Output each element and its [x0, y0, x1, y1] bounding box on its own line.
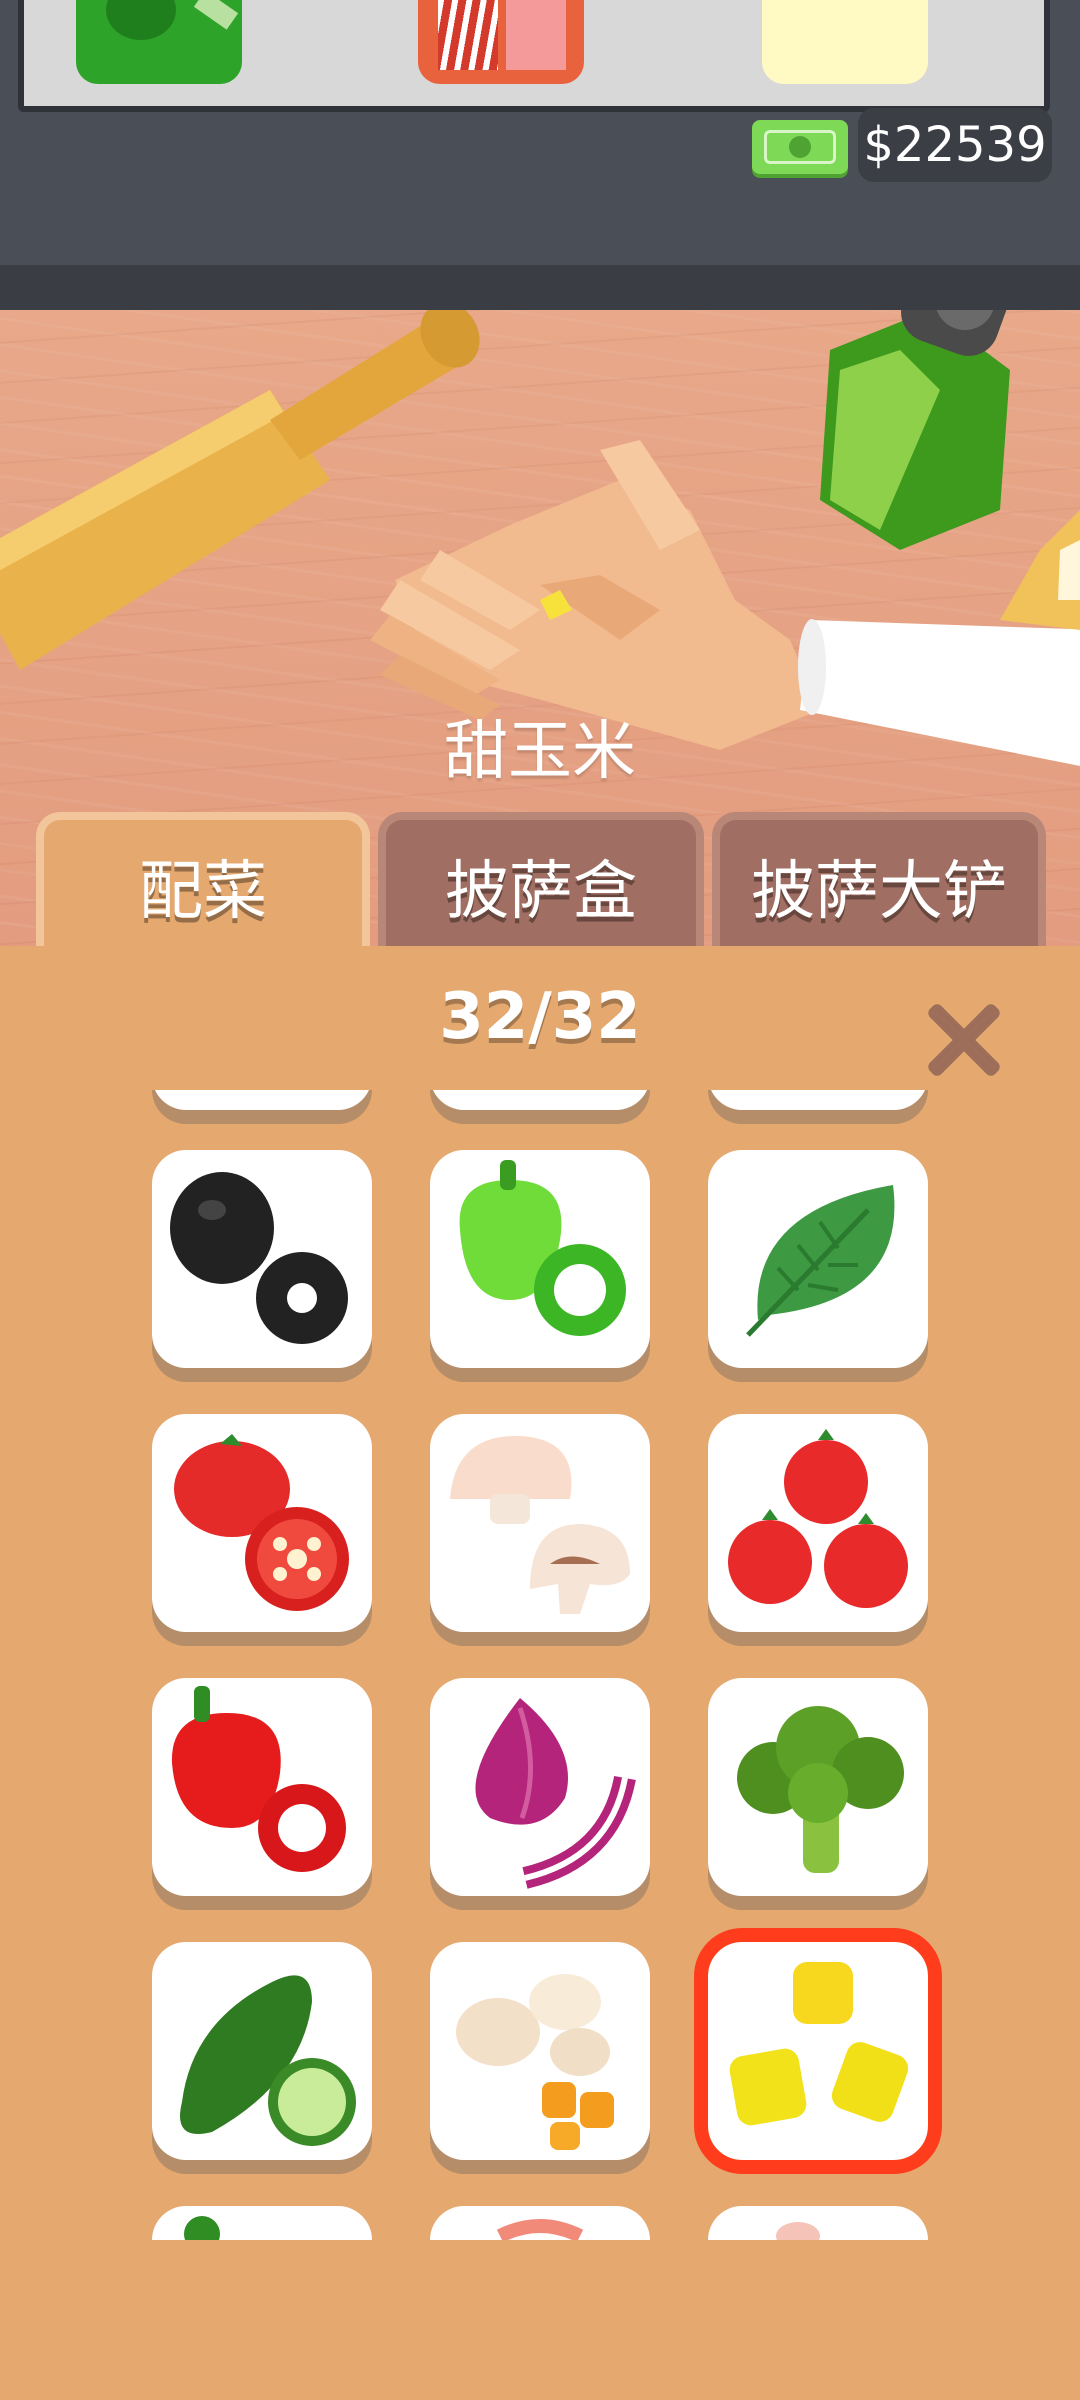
ingredient-card-more-3[interactable]: [708, 2206, 928, 2240]
tab-toppings[interactable]: 配菜: [36, 812, 370, 952]
tomato-icon: [174, 1434, 349, 1611]
ingredient-card-tomato[interactable]: [152, 1414, 372, 1632]
ingredient-card-hidden-1[interactable]: [152, 1090, 372, 1110]
broccoli-icon: [737, 1706, 904, 1873]
cherry-tomatoes-icon: [728, 1429, 908, 1608]
ingredient-card-green-pepper[interactable]: [430, 1150, 650, 1368]
tab-pizza-box[interactable]: 披萨盒: [378, 812, 704, 952]
ingredient-card-zucchini[interactable]: [152, 1942, 372, 2160]
green-pepper-icon: [459, 1160, 626, 1336]
mushroom-icon: [450, 1435, 630, 1614]
ingredient-card-mixed-vegetables[interactable]: [430, 1942, 650, 2160]
ingredient-card-red-onion[interactable]: [430, 1678, 650, 1896]
ingredient-card-more-2[interactable]: [430, 2206, 650, 2240]
tab-pizza-peel[interactable]: 披萨大铲: [712, 812, 1046, 952]
zucchini-icon: [180, 1975, 356, 2146]
ingredient-card-cherry-tomatoes[interactable]: [708, 1414, 928, 1632]
olives-icon: [170, 1172, 348, 1344]
sweet-corn-icon: [729, 1962, 909, 2126]
ingredient-grid[interactable]: [0, 1090, 1080, 2240]
basil-icon: [746, 1185, 895, 1337]
ingredient-card-hidden-3[interactable]: [708, 1090, 928, 1110]
ingredient-card-basil[interactable]: [708, 1150, 928, 1368]
selected-ingredient-name: 甜玉米: [444, 715, 636, 789]
counter-edge: [0, 265, 1080, 310]
tray-bin-broccoli[interactable]: [76, 0, 242, 84]
mixed-vegetables-icon: [456, 1974, 614, 2150]
ingredient-card-red-pepper[interactable]: [152, 1678, 372, 1896]
red-onion-icon: [475, 1698, 636, 1889]
tray-bin-cheese[interactable]: [762, 0, 928, 84]
ingredient-tray: [18, 0, 1050, 112]
ingredient-card-sweet-corn[interactable]: [694, 1928, 942, 2174]
close-icon[interactable]: [910, 990, 1020, 1090]
red-pepper-icon: [171, 1686, 346, 1872]
ingredient-card-broccoli[interactable]: [708, 1678, 928, 1896]
ingredient-card-olives[interactable]: [152, 1150, 372, 1368]
ingredient-card-mushroom[interactable]: [430, 1414, 650, 1632]
ingredient-card-hidden-2[interactable]: [430, 1090, 650, 1110]
oil-bottle-icon: [820, 310, 1010, 550]
money-icon: [752, 120, 848, 174]
money-balance: $22539: [858, 108, 1052, 182]
ingredient-card-more-1[interactable]: [152, 2206, 372, 2240]
tray-bin-bacon[interactable]: [418, 0, 584, 84]
